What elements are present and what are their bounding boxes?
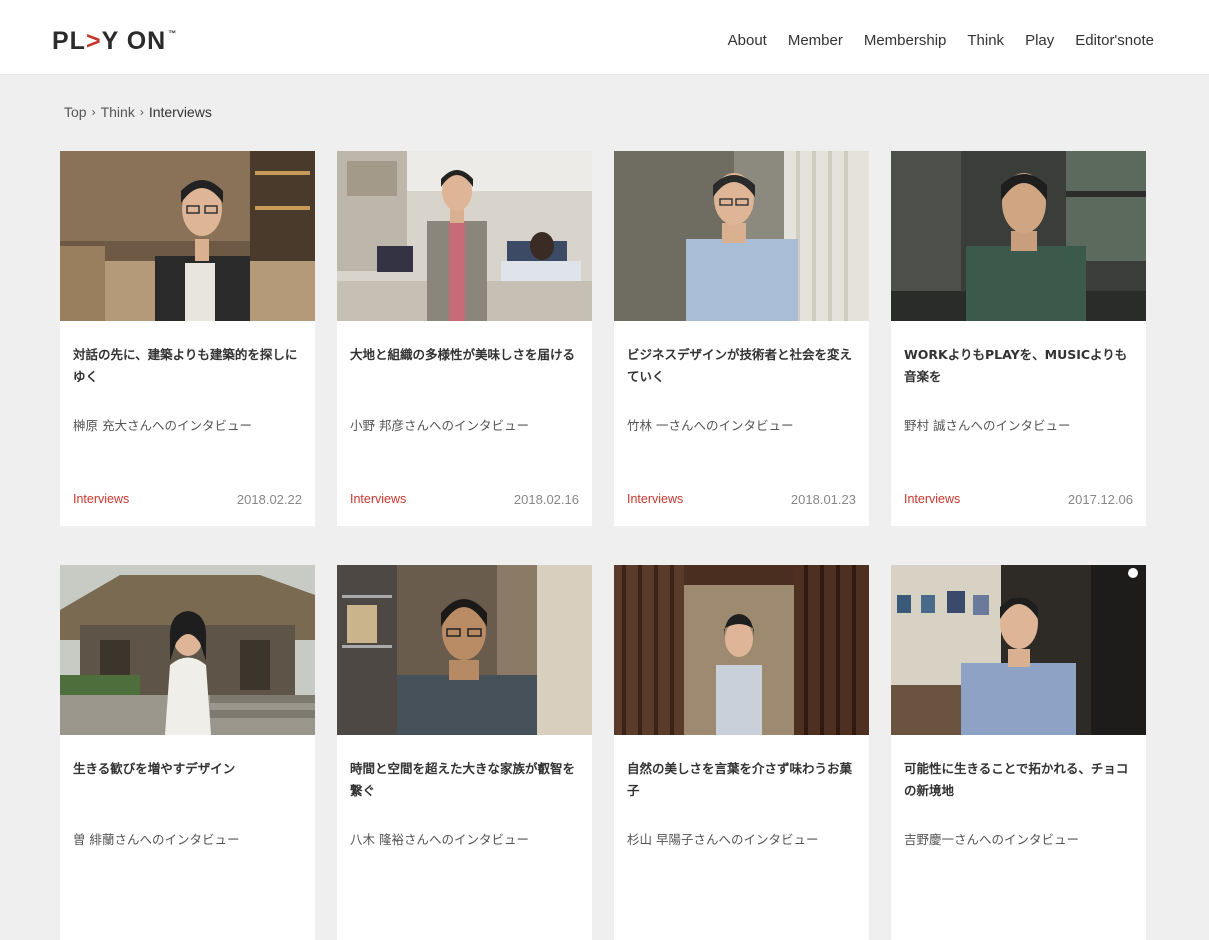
article-date: 2018.02.16 bbox=[513, 492, 579, 507]
article-card[interactable]: 自然の美しさを言葉を介さず味わうお菓子 杉山 早陽子さんへのインタビュー bbox=[614, 565, 869, 940]
article-thumbnail[interactable] bbox=[60, 151, 315, 321]
article-author: 野村 誠さんへのインタビュー bbox=[904, 418, 1071, 433]
main-nav: About Member Membership Think Play Edito… bbox=[728, 31, 1154, 51]
nav-think[interactable]: Think bbox=[967, 31, 1004, 51]
nav-editors-note[interactable]: Editor'snote bbox=[1075, 31, 1154, 51]
article-title[interactable]: ビジネスデザインが技術者と社会を変えていく bbox=[627, 344, 857, 388]
article-card[interactable]: 対話の先に、建築よりも建築的を探しにゆく 榊原 充大さんへのインタビュー Int… bbox=[60, 151, 315, 526]
article-grid: 対話の先に、建築よりも建築的を探しにゆく 榊原 充大さんへのインタビュー Int… bbox=[60, 151, 1148, 940]
article-date: 2018.01.23 bbox=[790, 492, 856, 507]
article-card[interactable]: 時間と空間を超えた大きな家族が叡智を繋ぐ 八木 隆裕さんへのインタビュー bbox=[337, 565, 592, 940]
article-thumbnail[interactable] bbox=[614, 151, 869, 321]
logo-text-1: PL bbox=[52, 27, 86, 55]
article-title[interactable]: 対話の先に、建築よりも建築的を探しにゆく bbox=[73, 344, 303, 388]
nav-member[interactable]: Member bbox=[788, 31, 843, 51]
article-card[interactable]: ビジネスデザインが技術者と社会を変えていく 竹林 一さんへのインタビュー Int… bbox=[614, 151, 869, 526]
breadcrumb-think[interactable]: Think bbox=[101, 103, 135, 121]
nav-about[interactable]: About bbox=[728, 31, 767, 51]
article-card[interactable]: 大地と組織の多様性が美味しさを届ける 小野 邦彦さんへのインタビュー Inter… bbox=[337, 151, 592, 526]
article-title[interactable]: 可能性に生きることで拓かれる、チョコの新境地 bbox=[904, 758, 1134, 802]
breadcrumb-current: Interviews bbox=[148, 104, 212, 120]
article-thumbnail[interactable] bbox=[891, 151, 1146, 321]
article-date: 2017.12.06 bbox=[1067, 492, 1133, 507]
site-header: PL > Y ON ™ About Member Membership Think P… bbox=[0, 0, 1209, 75]
article-thumbnail[interactable] bbox=[60, 565, 315, 735]
article-card[interactable]: 生きる歓びを増やすデザイン 曽 緋蘭さんへのインタビュー bbox=[60, 565, 315, 940]
article-category[interactable]: Interviews bbox=[627, 492, 683, 506]
logo-arrow: > bbox=[85, 27, 102, 55]
article-author: 八木 隆裕さんへのインタビュー bbox=[350, 832, 529, 847]
breadcrumb-separator: › bbox=[139, 105, 144, 119]
article-title[interactable]: 自然の美しさを言葉を介さず味わうお菓子 bbox=[627, 758, 857, 802]
breadcrumb-top[interactable]: Top bbox=[64, 103, 87, 121]
article-category[interactable]: Interviews bbox=[350, 492, 406, 506]
article-author: 杉山 早陽子さんへのインタビュー bbox=[627, 832, 819, 847]
article-title[interactable]: 時間と空間を超えた大きな家族が叡智を繋ぐ bbox=[350, 758, 580, 802]
article-thumbnail[interactable] bbox=[337, 151, 592, 321]
article-card[interactable]: WORKよりもPLAYを、MUSICよりも音楽を 野村 誠さんへのインタビュー … bbox=[891, 151, 1146, 526]
breadcrumb: Top › Think › Interviews bbox=[64, 103, 212, 121]
article-date: 2018.02.22 bbox=[236, 492, 302, 507]
breadcrumb-separator: › bbox=[91, 105, 96, 119]
article-thumbnail[interactable] bbox=[614, 565, 869, 735]
logo-text-2: Y ON bbox=[101, 27, 167, 55]
article-category[interactable]: Interviews bbox=[904, 492, 960, 506]
nav-membership[interactable]: Membership bbox=[864, 31, 947, 51]
nav-play[interactable]: Play bbox=[1025, 31, 1054, 51]
article-thumbnail[interactable] bbox=[891, 565, 1146, 735]
article-thumbnail[interactable] bbox=[337, 565, 592, 735]
article-card[interactable]: 可能性に生きることで拓かれる、チョコの新境地 吉野慶一さんへのインタビュー bbox=[891, 565, 1146, 940]
logo-trademark: ™ bbox=[168, 29, 177, 38]
article-author: 竹林 一さんへのインタビュー bbox=[627, 418, 794, 433]
article-title[interactable]: 大地と組織の多様性が美味しさを届ける bbox=[350, 344, 580, 366]
article-author: 榊原 充大さんへのインタビュー bbox=[73, 418, 252, 433]
article-title[interactable]: 生きる歓びを増やすデザイン bbox=[73, 758, 303, 780]
site-logo[interactable]: PL > Y ON ™ bbox=[52, 27, 176, 55]
article-author: 曽 緋蘭さんへのインタビュー bbox=[73, 832, 240, 847]
article-author: 吉野慶一さんへのインタビュー bbox=[904, 832, 1080, 847]
article-title[interactable]: WORKよりもPLAYを、MUSICよりも音楽を bbox=[904, 344, 1134, 388]
article-author: 小野 邦彦さんへのインタビュー bbox=[350, 418, 529, 433]
article-category[interactable]: Interviews bbox=[73, 492, 129, 506]
